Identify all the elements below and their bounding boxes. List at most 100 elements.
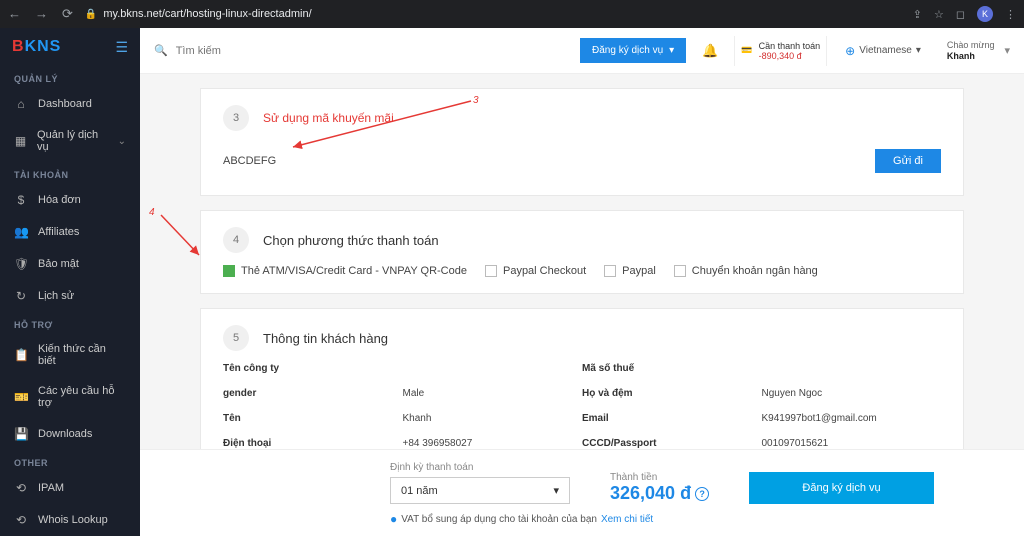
reload-icon[interactable]: ⟳ [62,6,73,22]
info-dot-icon: ● [390,512,397,526]
step-number: 5 [223,325,249,351]
checkbox-icon [485,265,497,277]
back-icon[interactable]: ← [8,6,21,22]
vat-detail-link[interactable]: Xem chi tiết [601,514,653,525]
balance-box[interactable]: 💳 Cần thanh toán -890,340 đ [734,36,827,66]
nav-label: Lịch sử [38,290,74,302]
sidebar-section-label: TÀI KHOẢN [0,162,140,184]
payment-option[interactable]: Chuyển khoản ngân hàng [674,265,818,277]
nav-icon: ⌂ [14,97,28,111]
info-label: Họ và đệm [582,388,762,399]
info-label: gender [223,388,403,399]
send-promo-button[interactable]: Gửi đi [875,149,941,173]
step-title: Sử dụng mã khuyến mãi [263,111,394,125]
url-bar[interactable]: 🔒 my.bkns.net/cart/hosting-linux-directa… [85,8,901,20]
nav-icon: 📋 [14,348,28,362]
search-icon: 🔍 [154,44,168,57]
nav-label: Kiến thức cần biết [38,343,126,367]
nav-label: Dashboard [38,98,92,110]
nav-label: Whois Lookup [38,514,108,526]
register-service-button[interactable]: Đăng ký dịch vụ▾ [580,38,686,63]
payment-option-label: Paypal Checkout [503,265,586,277]
logo[interactable]: BKNS [12,38,61,56]
info-value [403,363,583,374]
topbar: 🔍 Đăng ký dịch vụ▾ 🔔 💳 Cần thanh toán -8… [140,28,1024,74]
nav-icon: ⟲ [14,513,28,527]
chevron-down-icon: ▾ [553,484,559,497]
register-submit-button[interactable]: Đăng ký dịch vụ [749,472,934,504]
sidebar-item[interactable]: 📋 Kiến thức cần biết [0,334,140,376]
sidebar-item[interactable]: ▦Quản lý dịch vụ⌄ [0,120,140,162]
nav-icon: ⟲ [14,481,28,495]
kebab-icon[interactable]: ⋮ [1005,8,1016,21]
nav-label: Quản lý dịch vụ [37,129,108,153]
globe-icon: ⊕ [845,44,855,58]
checkbox-icon [604,265,616,277]
star-icon[interactable]: ☆ [934,8,944,21]
bell-icon[interactable]: 🔔 [696,43,724,59]
info-label: Email [582,413,762,424]
sidebar-item[interactable]: ⟲IPAM [0,472,140,504]
nav-icon: 💾 [14,427,28,441]
sidebar-item[interactable]: 🛡Bảo mật [0,248,140,280]
nav-icon: 🎫 [14,390,28,404]
url-text: my.bkns.net/cart/hosting-linux-directadm… [103,8,311,20]
total-value: 326,040 đ ? [610,483,709,504]
sidebar-item[interactable]: ⌂ Dashboard [0,88,140,120]
chevron-down-icon: ▾ [1004,44,1010,57]
chevron-down-icon: ▾ [916,45,921,56]
sidebar-item[interactable]: ⟲ Whois Lookup [0,504,140,536]
forward-icon[interactable]: → [35,6,48,22]
nav-label: Affiliates [38,226,79,238]
total-label: Thành tiền [610,472,709,483]
payment-option[interactable]: Paypal Checkout [485,265,586,277]
info-value: Khanh [403,413,583,424]
payment-option-label: Thẻ ATM/VISA/Credit Card - VNPAY QR-Code [241,265,467,277]
info-label: Mã số thuế [582,363,762,374]
payment-option[interactable]: Paypal [604,265,656,277]
sidebar-item[interactable]: 🎫 Các yêu cầu hỗ trợ [0,376,140,418]
payment-option[interactable]: Thẻ ATM/VISA/Credit Card - VNPAY QR-Code [223,265,467,277]
nav-icon: 👥 [14,225,28,239]
browser-chrome: ← → ⟳ 🔒 my.bkns.net/cart/hosting-linux-d… [0,0,1024,28]
profile-avatar[interactable]: K [977,6,993,22]
payment-option-label: Paypal [622,265,656,277]
cycle-select[interactable]: 01 năm ▾ [390,477,570,504]
step-title: Thông tin khách hàng [263,331,388,346]
sidebar-item[interactable]: $ Hóa đơn [0,184,140,216]
sidebar-item[interactable]: 👥 Affiliates [0,216,140,248]
promo-code-value: ABCDEFG [223,155,276,167]
nav-icon: ↻ [14,289,28,303]
info-value: 001097015621 [762,438,942,449]
info-value: +84 396958027 [403,438,583,449]
nav-label: Bảo mật [38,258,79,270]
info-icon[interactable]: ? [695,487,709,501]
search-box[interactable]: 🔍 [154,44,570,57]
nav-label: Hóa đơn [38,194,81,206]
info-value: Nguyen Ngoc [762,388,942,399]
nav-icon: ▦ [14,134,27,148]
checkout-bar: Định kỳ thanh toán 01 năm ▾ Thành tiền 3… [140,449,1024,536]
info-value: K941997bot1@gmail.com [762,413,942,424]
extension-icon[interactable]: ◻ [956,8,965,21]
nav-icon: $ [14,193,28,207]
search-input[interactable] [176,45,570,57]
sidebar-item[interactable]: 💾Downloads [0,418,140,450]
sidebar-section-label: HỖ TRỢ [0,312,140,334]
menu-toggle-icon[interactable]: ☰ [115,39,128,56]
share-icon[interactable]: ⇪ [913,8,922,21]
user-menu[interactable]: Chào mừng Khanh [939,40,995,62]
info-value: Male [403,388,583,399]
step-customer-card: 5 Thông tin khách hàng Tên công tyMã số … [200,308,964,449]
vat-note: ● VAT bổ sung áp dụng cho tài khoản của … [390,512,934,526]
language-selector[interactable]: ⊕ Vietnamese ▾ [837,44,929,58]
cycle-label: Định kỳ thanh toán [390,462,570,473]
sidebar: BKNS ☰ QUẢN LÝ⌂Dashboard▦Quản lý dịch vụ… [0,28,140,536]
sidebar-section-label: OTHER [0,450,140,472]
chevron-down-icon: ▾ [669,45,674,56]
nav-label: Các yêu cầu hỗ trợ [38,385,126,409]
sidebar-item[interactable]: ↻ Lịch sử [0,280,140,312]
annotation-3: 3 [473,95,479,106]
info-value [762,363,942,374]
info-label: Điện thoại [223,438,403,449]
